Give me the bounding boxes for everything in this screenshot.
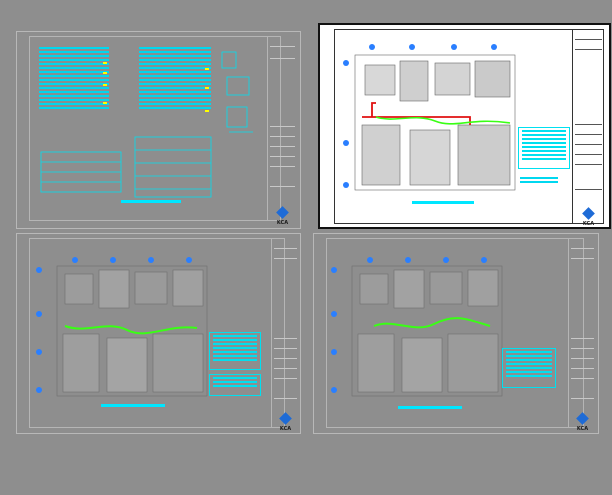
floor-plan-drawing	[331, 257, 503, 397]
company-logo: KCA	[268, 206, 297, 227]
title-block: KCA	[568, 238, 596, 432]
legend-notes	[209, 374, 261, 396]
title-block: KCA	[271, 238, 299, 432]
sheet-caption	[412, 201, 474, 204]
legend-table	[209, 332, 261, 370]
floor-plan-sheet-active[interactable]: KCA	[318, 23, 611, 229]
title-block: KCA	[572, 29, 604, 227]
logo-emblem-icon	[276, 206, 289, 219]
logo-emblem-icon	[279, 412, 292, 425]
legend-schedule-sheet[interactable]: KCA	[16, 31, 301, 229]
logo-emblem-icon	[582, 207, 595, 220]
legend-table	[502, 348, 556, 388]
sheet-caption	[398, 406, 462, 409]
legend-notes	[520, 177, 558, 185]
title-block: KCA	[267, 36, 297, 226]
floor-plan-sheet-lower-right[interactable]: KCA	[313, 233, 599, 434]
sheet-caption	[101, 404, 165, 407]
sheet-caption	[121, 200, 181, 203]
company-logo: KCA	[272, 412, 299, 433]
floor-plan-sheet-lower-left[interactable]: KCA	[16, 233, 301, 434]
company-logo: KCA	[573, 207, 604, 228]
company-logo: KCA	[569, 412, 596, 433]
legend-table	[518, 127, 570, 169]
logo-emblem-icon	[576, 412, 589, 425]
